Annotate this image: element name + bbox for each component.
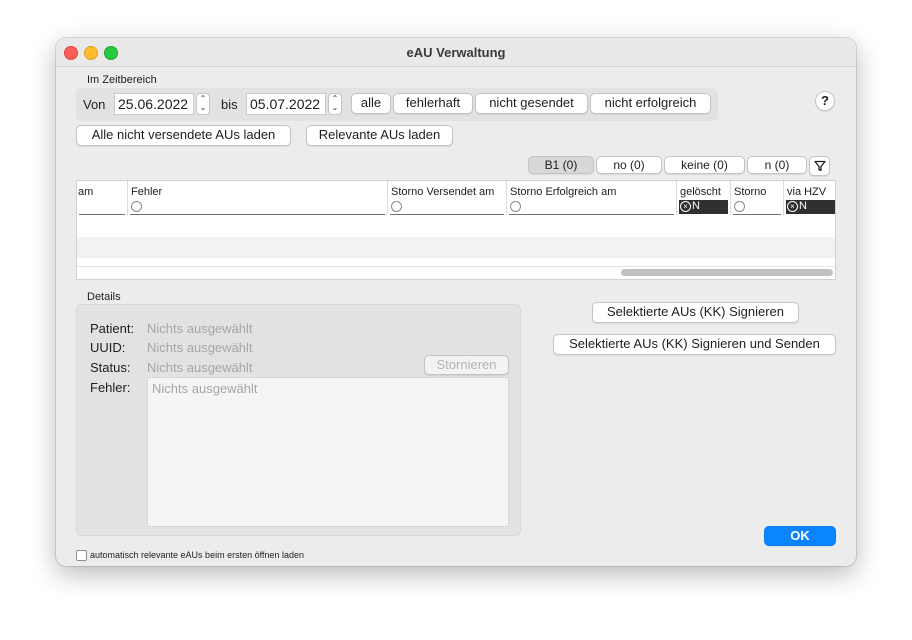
column-header-storno[interactable]: Storno [730,181,783,215]
stepper-up-icon[interactable]: ⌃ [329,94,341,103]
tab-keine[interactable]: keine (0) [664,156,745,174]
column-header-fehler[interactable]: Fehler [127,181,387,215]
auto-load-label: automatisch relevante eAUs beim ersten ö… [90,550,304,560]
status-value: Nichts ausgewählt [147,360,253,375]
funnel-icon [813,160,826,172]
von-label: Von [83,97,106,112]
column-filter-am[interactable] [79,200,125,215]
stepper-up-icon[interactable]: ⌃ [197,94,209,103]
uuid-value: Nichts ausgewählt [147,340,253,355]
table-row[interactable] [77,237,835,258]
filter-alle-button[interactable]: alle [351,93,391,114]
column-header-geloescht[interactable]: gelöscht × N [676,181,730,215]
radio-icon[interactable] [391,201,402,212]
filter-nicht-gesendet-button[interactable]: nicht gesendet [475,93,588,114]
sign-selected-button[interactable]: Selektierte AUs (KK) Signieren [592,302,799,323]
load-unsent-aus-button[interactable]: Alle nicht versendete AUs laden [76,125,291,146]
filter-fehlerhaft-button[interactable]: fehlerhaft [393,93,473,114]
tab-no[interactable]: no (0) [596,156,662,174]
zeitbereich-label: Im Zeitbereich [87,74,157,86]
filter-nicht-erfolgreich-button[interactable]: nicht erfolgreich [590,93,711,114]
radio-icon[interactable] [510,201,521,212]
patient-label: Patient: [90,321,135,336]
von-date-stepper[interactable]: ⌃ ⌄ [196,93,210,115]
fehler-textarea[interactable]: Nichts ausgewählt [147,377,509,527]
stornieren-button[interactable]: Stornieren [424,355,509,375]
bis-date-field[interactable]: 05.07.2022 [246,93,326,115]
table-row[interactable] [77,258,835,267]
status-label: Status: [90,360,131,375]
fehler-label: Fehler: [90,380,131,395]
column-header-storno-erfolgreich[interactable]: Storno Erfolgreich am [506,181,676,215]
radio-icon[interactable] [131,201,142,212]
title-bar: eAU Verwaltung [56,38,856,67]
column-filter-geloescht[interactable]: × N [679,200,728,214]
tab-n[interactable]: n (0) [747,156,807,174]
zeitbereich-group: Von 25.06.2022 ⌃ ⌄ bis 05.07.2022 ⌃ ⌄ al… [76,88,718,121]
column-filter-storno-versendet[interactable] [390,200,504,215]
x-circle-icon: × [787,201,798,212]
auto-load-checkbox[interactable] [76,550,87,561]
eau-table[interactable]: am Fehler Storno Versendet am Storno Erf… [76,180,836,280]
ok-button[interactable]: OK [764,526,836,546]
patient-value: Nichts ausgewählt [147,321,253,336]
filter-options-button[interactable] [809,156,830,176]
uuid-label: UUID: [90,340,126,355]
bis-date-stepper[interactable]: ⌃ ⌄ [328,93,342,115]
radio-icon[interactable] [734,201,745,212]
column-filter-storno-erfolgreich[interactable] [509,200,674,215]
details-group: Patient: Nichts ausgewählt UUID: Nichts … [76,304,521,536]
load-relevant-aus-button[interactable]: Relevante AUs laden [306,125,453,146]
column-header-am[interactable]: am [77,181,127,215]
column-filter-fehler[interactable] [130,200,385,215]
eau-window: eAU Verwaltung Im Zeitbereich Von 25.06.… [56,38,856,566]
help-button[interactable]: ? [815,91,835,111]
von-date-field[interactable]: 25.06.2022 [114,93,194,115]
details-label: Details [87,291,121,303]
column-filter-via-hzv[interactable]: × N [786,200,835,214]
column-filter-storno[interactable] [733,200,781,215]
window-title: eAU Verwaltung [406,45,506,60]
column-header-storno-versendet[interactable]: Storno Versendet am [387,181,506,215]
stepper-down-icon[interactable]: ⌄ [329,103,341,112]
horizontal-scrollbar[interactable] [621,269,833,276]
x-circle-icon: × [680,201,691,212]
table-row[interactable] [77,216,835,237]
column-header-via-hzv[interactable]: via HZV × N [783,181,835,215]
bis-label: bis [221,97,238,112]
stepper-down-icon[interactable]: ⌄ [197,103,209,112]
tab-b1[interactable]: B1 (0) [528,156,594,174]
sign-and-send-selected-button[interactable]: Selektierte AUs (KK) Signieren und Sende… [553,334,836,355]
